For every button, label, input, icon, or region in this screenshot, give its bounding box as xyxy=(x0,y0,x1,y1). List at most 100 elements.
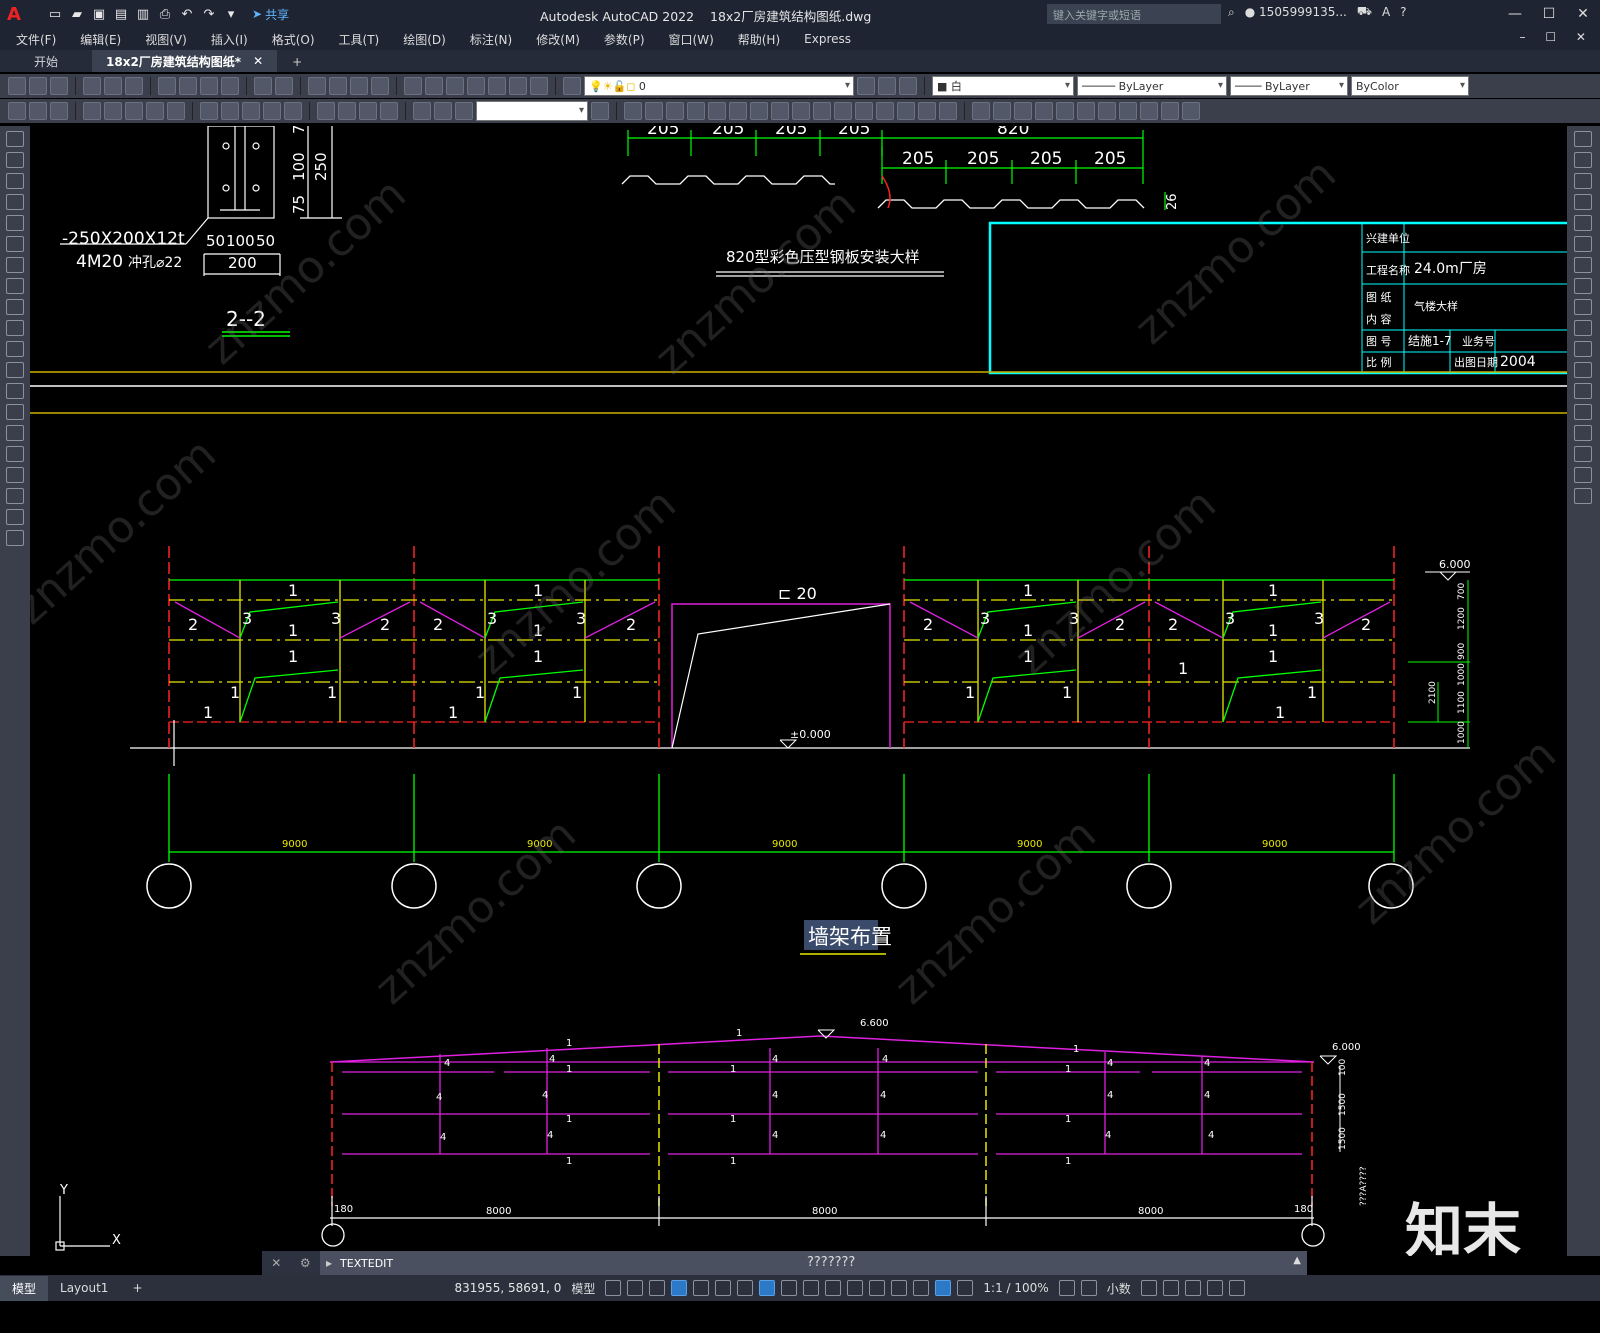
plot-icon[interactable]: ⎙ xyxy=(156,5,174,23)
make-current-icon[interactable] xyxy=(857,77,875,95)
offset-side-icon[interactable] xyxy=(1574,194,1592,210)
customize-cmd-icon[interactable]: ⚙ xyxy=(300,1256,311,1270)
linetype-dropdown[interactable]: ───── ByLayer xyxy=(1077,76,1227,96)
help-tool-icon[interactable] xyxy=(530,77,548,95)
select-similar-icon[interactable] xyxy=(1182,102,1200,120)
redo-icon[interactable]: ↷ xyxy=(200,5,218,23)
arc-length-icon[interactable] xyxy=(50,102,68,120)
explode-side-icon[interactable] xyxy=(1574,488,1592,504)
inspection-icon[interactable] xyxy=(359,102,377,120)
extend-icon[interactable] xyxy=(834,102,852,120)
dim-break-icon[interactable] xyxy=(284,102,302,120)
copy-object-icon[interactable] xyxy=(645,102,663,120)
help-icon[interactable]: ? xyxy=(1400,5,1406,19)
dim-text-edit-icon[interactable] xyxy=(434,102,452,120)
menu-file[interactable]: 文件(F) xyxy=(16,31,56,48)
qnew-icon[interactable] xyxy=(8,77,26,95)
dim-style-icon[interactable] xyxy=(591,102,609,120)
trim-icon[interactable] xyxy=(813,102,831,120)
undo-tool-icon[interactable] xyxy=(254,77,272,95)
lineweight-icon[interactable] xyxy=(781,1280,798,1296)
mirror-side-icon[interactable] xyxy=(1574,173,1592,189)
clean-screen-icon[interactable] xyxy=(1206,1280,1223,1296)
rotate-side-icon[interactable] xyxy=(1574,257,1592,273)
menu-window[interactable]: 窗口(W) xyxy=(669,31,714,48)
move-icon[interactable] xyxy=(729,102,747,120)
lineweight-dropdown[interactable]: ──── ByLayer xyxy=(1230,76,1348,96)
draworder-below-icon[interactable] xyxy=(1035,102,1053,120)
make-block-icon[interactable] xyxy=(6,383,24,399)
zoom-realtime-icon[interactable] xyxy=(329,77,347,95)
markup-icon[interactable] xyxy=(488,77,506,95)
menu-dimension[interactable]: 标注(N) xyxy=(470,31,512,48)
copy-icon[interactable] xyxy=(179,77,197,95)
circle-icon[interactable] xyxy=(6,257,24,273)
menu-draw[interactable]: 绘图(D) xyxy=(403,31,446,48)
isolate-icon[interactable] xyxy=(1098,102,1116,120)
center-mark-icon[interactable] xyxy=(338,102,356,120)
linear-dim-icon[interactable] xyxy=(8,102,26,120)
add-selected-icon[interactable] xyxy=(6,530,24,546)
group-icon[interactable] xyxy=(1119,102,1137,120)
rectangle-icon[interactable] xyxy=(6,215,24,231)
jogged-dim-icon[interactable] xyxy=(125,102,143,120)
selection-filter-icon[interactable] xyxy=(891,1280,908,1296)
undo-icon[interactable]: ↶ xyxy=(178,5,196,23)
match-properties-icon[interactable] xyxy=(221,77,239,95)
blend-icon[interactable] xyxy=(1574,467,1592,483)
chamfer-icon[interactable] xyxy=(897,102,915,120)
line-icon[interactable] xyxy=(6,131,24,147)
new-tab-button[interactable]: + xyxy=(289,52,305,72)
revcloud-icon[interactable] xyxy=(6,278,24,294)
move-side-icon[interactable] xyxy=(1574,236,1592,252)
isolate-objects-icon[interactable] xyxy=(1162,1280,1179,1296)
web-save-icon[interactable]: ▥ xyxy=(134,5,152,23)
baseline-dim-icon[interactable] xyxy=(221,102,239,120)
erase-side-icon[interactable] xyxy=(1574,131,1592,147)
snap-icon[interactable] xyxy=(627,1280,644,1296)
menu-modify[interactable]: 修改(M) xyxy=(536,31,580,48)
spline-icon[interactable] xyxy=(6,299,24,315)
layer-properties-icon[interactable] xyxy=(563,77,581,95)
mtext-icon[interactable] xyxy=(6,509,24,525)
drawing-canvas[interactable]: -250X200X12t 4M20 冲孔⌀22 50 100 50 200 75… xyxy=(30,126,1567,1256)
tab-layout1[interactable]: Layout1 xyxy=(48,1277,120,1299)
model-space-button[interactable]: 模型 xyxy=(571,1280,595,1297)
fillet-icon[interactable] xyxy=(918,102,936,120)
save-as-icon[interactable]: ▤ xyxy=(112,5,130,23)
3d-osnap-icon[interactable] xyxy=(847,1280,864,1296)
join-side-icon[interactable] xyxy=(1574,404,1592,420)
search-icon[interactable]: ⌕ xyxy=(1228,5,1235,20)
menu-view[interactable]: 视图(V) xyxy=(145,31,187,48)
stretch-side-icon[interactable] xyxy=(1574,299,1592,315)
array-icon[interactable] xyxy=(708,102,726,120)
text-front-icon[interactable] xyxy=(1056,102,1074,120)
publish-icon[interactable] xyxy=(125,77,143,95)
point-icon[interactable] xyxy=(6,404,24,420)
annotation-visibility-icon[interactable] xyxy=(935,1280,952,1296)
search-input[interactable]: 键入关键字或短语 xyxy=(1047,4,1221,24)
ungroup-icon[interactable] xyxy=(1140,102,1158,120)
copy-side-icon[interactable] xyxy=(1574,152,1592,168)
join-icon[interactable] xyxy=(876,102,894,120)
units-display[interactable]: 小数 xyxy=(1107,1280,1131,1297)
auto-scale-icon[interactable] xyxy=(957,1280,974,1296)
save-icon[interactable]: ▣ xyxy=(90,5,108,23)
array-side-icon[interactable] xyxy=(1574,215,1592,231)
tab-close-icon[interactable]: ✕ xyxy=(253,54,263,68)
open-file-icon[interactable]: ▰ xyxy=(68,5,86,23)
ellipse-icon[interactable] xyxy=(6,320,24,336)
region-icon[interactable] xyxy=(6,467,24,483)
redo-tool-icon[interactable] xyxy=(275,77,293,95)
explode-icon[interactable] xyxy=(939,102,957,120)
maximize-icon[interactable]: ☐ xyxy=(1532,0,1566,28)
transparency-icon[interactable] xyxy=(803,1280,820,1296)
command-history-icon[interactable]: ▲ xyxy=(1293,1255,1301,1266)
design-center-icon[interactable] xyxy=(425,77,443,95)
properties-icon[interactable] xyxy=(404,77,422,95)
break-icon[interactable] xyxy=(855,102,873,120)
menu-help[interactable]: 帮助(H) xyxy=(738,31,780,48)
chamfer-side-icon[interactable] xyxy=(1574,425,1592,441)
cart-icon[interactable]: ⛟ xyxy=(1357,4,1372,20)
ordinate-dim-icon[interactable] xyxy=(83,102,101,120)
